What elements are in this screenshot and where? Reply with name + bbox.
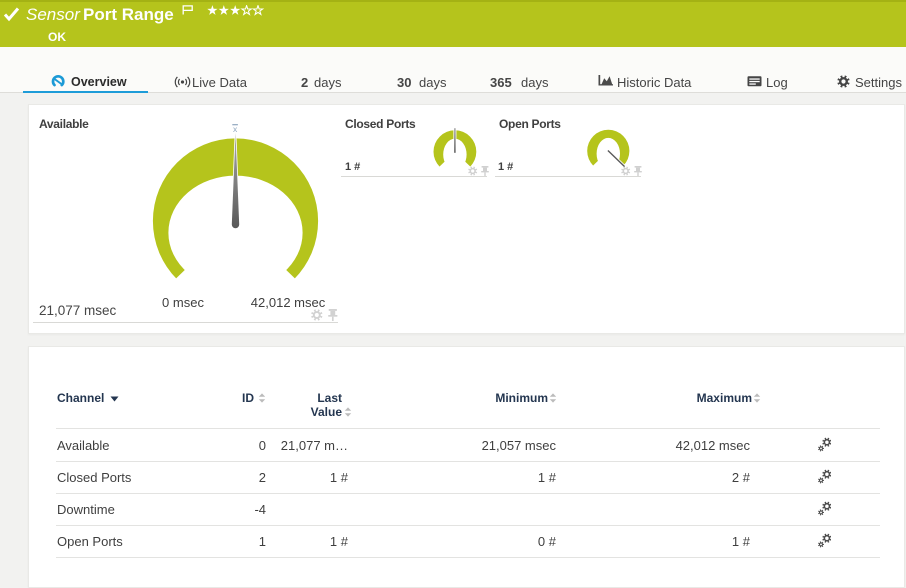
svg-text:x: x (233, 124, 238, 134)
